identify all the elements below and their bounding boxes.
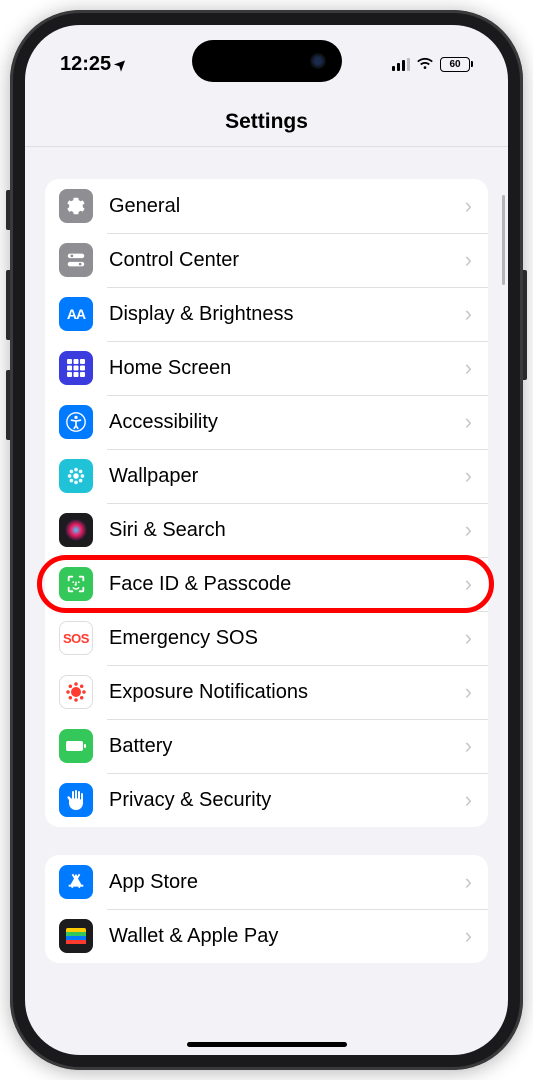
chevron-right-icon: › xyxy=(465,355,472,381)
switches-icon xyxy=(59,243,93,277)
flower-icon xyxy=(59,459,93,493)
dynamic-island xyxy=(192,40,342,82)
siri-icon xyxy=(59,513,93,547)
settings-row-sos[interactable]: SOS Emergency SOS › xyxy=(45,611,488,665)
row-label: General xyxy=(109,195,449,218)
accessibility-icon xyxy=(59,405,93,439)
row-label: Face ID & Passcode xyxy=(109,573,449,596)
row-label: Control Center xyxy=(109,249,449,272)
signal-icon xyxy=(392,58,411,71)
settings-row-display[interactable]: AA Display & Brightness › xyxy=(45,287,488,341)
row-label: Emergency SOS xyxy=(109,627,449,650)
location-icon: ➤ xyxy=(111,54,131,74)
chevron-right-icon: › xyxy=(465,517,472,543)
settings-row-general[interactable]: General › xyxy=(45,179,488,233)
faceid-icon xyxy=(59,567,93,601)
battery-icon xyxy=(59,729,93,763)
status-time: 12:25 xyxy=(60,53,111,76)
scroll-indicator[interactable] xyxy=(502,195,505,285)
settings-row-control-center[interactable]: Control Center › xyxy=(45,233,488,287)
settings-row-privacy[interactable]: Privacy & Security › xyxy=(45,773,488,827)
settings-row-home-screen[interactable]: Home Screen › xyxy=(45,341,488,395)
appstore-icon xyxy=(59,865,93,899)
home-indicator[interactable] xyxy=(187,1042,347,1047)
settings-row-wallet[interactable]: Wallet & Apple Pay › xyxy=(45,909,488,963)
row-label: Accessibility xyxy=(109,411,449,434)
row-label: Wallet & Apple Pay xyxy=(109,925,449,948)
phone-frame: 12:25 ➤ 60 Settings General›Control Cent… xyxy=(10,10,523,1070)
settings-row-faceid[interactable]: Face ID & Passcode › xyxy=(45,557,488,611)
chevron-right-icon: › xyxy=(465,247,472,273)
sos-icon: SOS xyxy=(59,621,93,655)
settings-row-exposure[interactable]: Exposure Notifications › xyxy=(45,665,488,719)
chevron-right-icon: › xyxy=(465,463,472,489)
chevron-right-icon: › xyxy=(465,571,472,597)
settings-row-battery[interactable]: Battery › xyxy=(45,719,488,773)
wifi-icon xyxy=(416,57,434,71)
settings-list[interactable]: General › Control Center › AA Display & Brigh… xyxy=(25,147,508,1047)
settings-group: General › Control Center › AA Display & Brigh… xyxy=(45,179,488,827)
row-label: App Store xyxy=(109,871,449,894)
gear-icon xyxy=(59,189,93,223)
settings-group: App Store › Wallet & Apple Pay › xyxy=(45,855,488,963)
row-label: Exposure Notifications xyxy=(109,681,449,704)
wallet-icon xyxy=(59,919,93,953)
chevron-right-icon: › xyxy=(465,733,472,759)
exposure-icon xyxy=(59,675,93,709)
settings-row-appstore[interactable]: App Store › xyxy=(45,855,488,909)
chevron-right-icon: › xyxy=(465,869,472,895)
row-label: Siri & Search xyxy=(109,519,449,542)
hand-icon xyxy=(59,783,93,817)
grid-icon xyxy=(59,351,93,385)
row-label: Display & Brightness xyxy=(109,303,449,326)
chevron-right-icon: › xyxy=(465,923,472,949)
row-label: Battery xyxy=(109,735,449,758)
chevron-right-icon: › xyxy=(465,409,472,435)
settings-row-accessibility[interactable]: Accessibility › xyxy=(45,395,488,449)
aa-icon: AA xyxy=(59,297,93,331)
row-label: Privacy & Security xyxy=(109,789,449,812)
settings-row-wallpaper[interactable]: Wallpaper › xyxy=(45,449,488,503)
chevron-right-icon: › xyxy=(465,301,472,327)
battery-icon: 60 xyxy=(440,57,473,72)
chevron-right-icon: › xyxy=(465,193,472,219)
chevron-right-icon: › xyxy=(465,625,472,651)
chevron-right-icon: › xyxy=(465,787,472,813)
settings-row-siri[interactable]: Siri & Search › xyxy=(45,503,488,557)
page-title: Settings xyxy=(25,85,508,147)
row-label: Home Screen xyxy=(109,357,449,380)
chevron-right-icon: › xyxy=(465,679,472,705)
row-label: Wallpaper xyxy=(109,465,449,488)
